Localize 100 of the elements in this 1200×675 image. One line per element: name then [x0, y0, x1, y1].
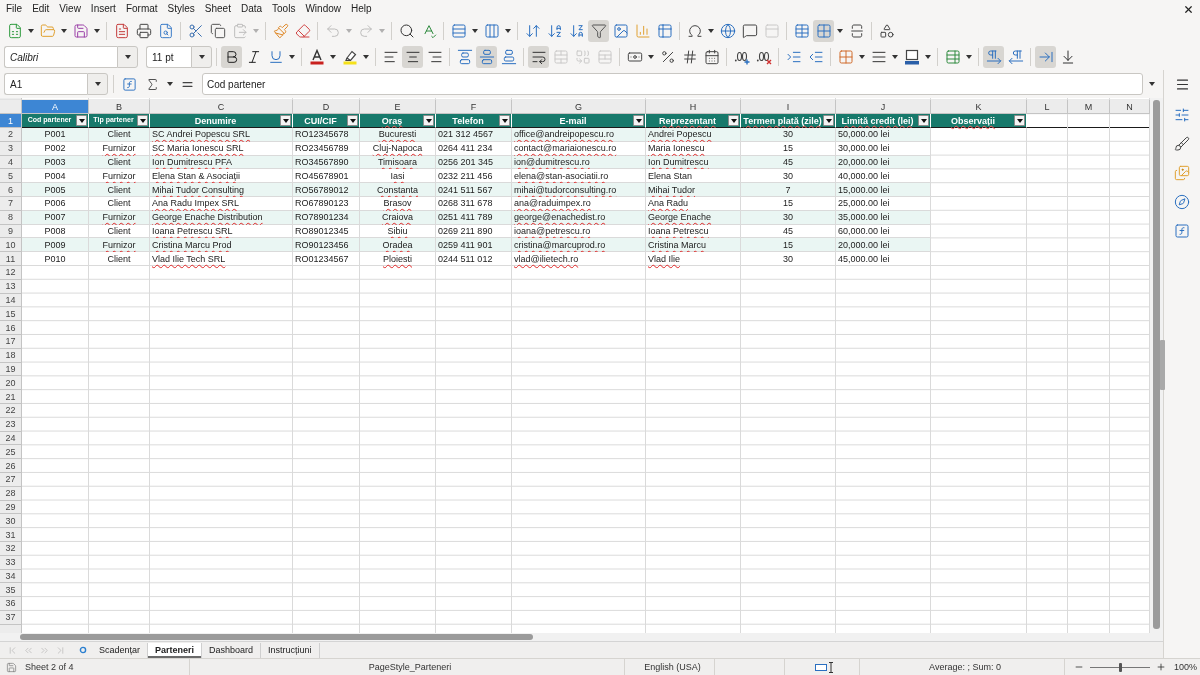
menu-item[interactable]: View — [54, 1, 86, 17]
table-cell: elena@stan-asociatii.ro — [512, 169, 646, 184]
column-header[interactable]: A — [22, 100, 89, 114]
selection-mode-icon[interactable] — [815, 661, 835, 673]
column-header[interactable]: F — [436, 100, 512, 114]
row-header[interactable]: 35 — [0, 583, 22, 598]
table-cell: 50,000.00 lei — [836, 128, 931, 142]
menu-item[interactable]: Help — [346, 1, 377, 17]
table-cell: P001 — [22, 128, 89, 142]
filter-button[interactable] — [728, 115, 739, 126]
caret-icon — [648, 55, 654, 59]
menu-item[interactable]: File — [1, 1, 28, 17]
left-to-right-button[interactable] — [983, 46, 1004, 68]
align-bottom-icon — [500, 49, 517, 65]
wrap-text-button[interactable] — [528, 46, 549, 68]
filter-button[interactable] — [918, 115, 929, 126]
sheet-tab[interactable]: Parteneri — [148, 642, 203, 658]
table-cell: Brasov — [360, 197, 436, 211]
row-header[interactable]: 36 — [0, 597, 22, 611]
slider-thumb[interactable] — [1119, 662, 1122, 672]
filter-button[interactable] — [499, 115, 510, 126]
columns-icon — [483, 23, 500, 39]
dropdown-button[interactable] — [87, 73, 108, 95]
column-header[interactable]: M — [1068, 100, 1110, 114]
header-text: Reprezentant — [658, 115, 717, 126]
caret-icon — [289, 55, 295, 59]
filter-button[interactable] — [1014, 115, 1025, 126]
row-header[interactable]: 2 — [0, 128, 22, 142]
table-cell: ioana@petrescu.ro — [512, 224, 646, 239]
row-header[interactable]: 11 — [0, 252, 22, 266]
font-name-field[interactable]: Calibri — [4, 46, 117, 68]
align-top-icon — [456, 49, 473, 65]
table-cell: 0232 211 456 — [436, 169, 512, 184]
row-header[interactable]: 6 — [0, 183, 22, 197]
align-left-icon — [382, 49, 399, 65]
caret-icon — [330, 55, 336, 59]
row-header[interactable]: 20 — [0, 376, 22, 391]
table-cell: RO45678901 — [293, 169, 360, 184]
row-header[interactable]: 15 — [0, 307, 22, 322]
menu-item[interactable]: Insert — [85, 1, 121, 17]
row-header[interactable]: 30 — [0, 514, 22, 529]
menu-item[interactable]: Sheet — [199, 1, 236, 17]
column-header[interactable]: I — [741, 100, 836, 114]
column-header[interactable]: E — [360, 100, 436, 114]
splitter-handle[interactable] — [1160, 340, 1165, 390]
column-header[interactable]: G — [512, 100, 646, 114]
column-header[interactable]: D — [293, 100, 360, 114]
row-header[interactable]: 10 — [0, 238, 22, 253]
column-header[interactable]: K — [931, 100, 1027, 114]
bold-button[interactable] — [221, 46, 242, 68]
column-header[interactable]: C — [150, 100, 293, 114]
filter-button[interactable] — [76, 115, 87, 126]
scrollbar-thumb[interactable] — [1153, 100, 1160, 629]
caret-icon — [363, 55, 369, 59]
column-header[interactable]: L — [1027, 100, 1068, 114]
filter-button[interactable] — [823, 115, 834, 126]
table-cell: RO56789012 — [293, 183, 360, 197]
menu-item[interactable]: Window — [300, 1, 346, 17]
align-center-button[interactable] — [402, 46, 423, 68]
filter-button[interactable] — [280, 115, 291, 126]
caret-icon — [920, 118, 927, 123]
caret-icon — [78, 118, 85, 123]
filter-button[interactable] — [347, 115, 358, 126]
table-cell: Vlad Ilie Tech SRL — [150, 252, 293, 266]
speech-bubble-icon — [741, 23, 758, 39]
row-header[interactable]: 1 — [0, 114, 22, 128]
table-cell: 0241 511 567 — [436, 183, 512, 197]
column-header[interactable]: H — [646, 100, 741, 114]
filter-button[interactable] — [423, 115, 434, 126]
row-header[interactable]: 5 — [0, 169, 22, 184]
dropdown-button[interactable] — [191, 46, 212, 68]
row-header[interactable]: 25 — [0, 445, 22, 460]
column-header[interactable]: J — [836, 100, 931, 114]
column-header[interactable]: N — [1110, 100, 1150, 114]
menu-item[interactable]: Format — [120, 1, 163, 17]
menu-item[interactable]: Styles — [162, 1, 200, 17]
column-header[interactable]: B — [89, 100, 150, 114]
autofilter-button[interactable] — [588, 20, 609, 42]
zoom-in-button[interactable] — [1155, 661, 1167, 673]
caret-icon — [124, 55, 131, 59]
sheet-tab[interactable]: Instrucțiuni — [261, 642, 320, 658]
scrollbar-thumb[interactable] — [20, 634, 533, 640]
table-cell: 45,000.00 lei — [836, 252, 931, 266]
sheet-tab[interactable]: Dashboard — [202, 642, 262, 658]
vertical-scrollbar[interactable] — [1150, 98, 1163, 633]
horizontal-scrollbar[interactable] — [0, 633, 1163, 641]
panel-icon — [763, 23, 780, 39]
clipboard-icon — [231, 23, 248, 39]
menu-item[interactable]: Tools — [267, 1, 301, 17]
font-size-field[interactable]: 11 pt — [146, 46, 191, 68]
filter-button[interactable] — [137, 115, 148, 126]
undo-icon — [324, 23, 341, 39]
formula-input[interactable]: Cod partener — [202, 73, 1143, 95]
table-cell: 15 — [741, 238, 836, 253]
filter-button[interactable] — [633, 115, 644, 126]
menu-item[interactable]: Data — [235, 1, 268, 17]
name-box[interactable]: A1 — [4, 73, 87, 95]
dropdown-button[interactable] — [117, 46, 138, 68]
table-cell: Vlad Ilie — [646, 252, 741, 266]
menu-item[interactable]: Edit — [27, 1, 55, 17]
